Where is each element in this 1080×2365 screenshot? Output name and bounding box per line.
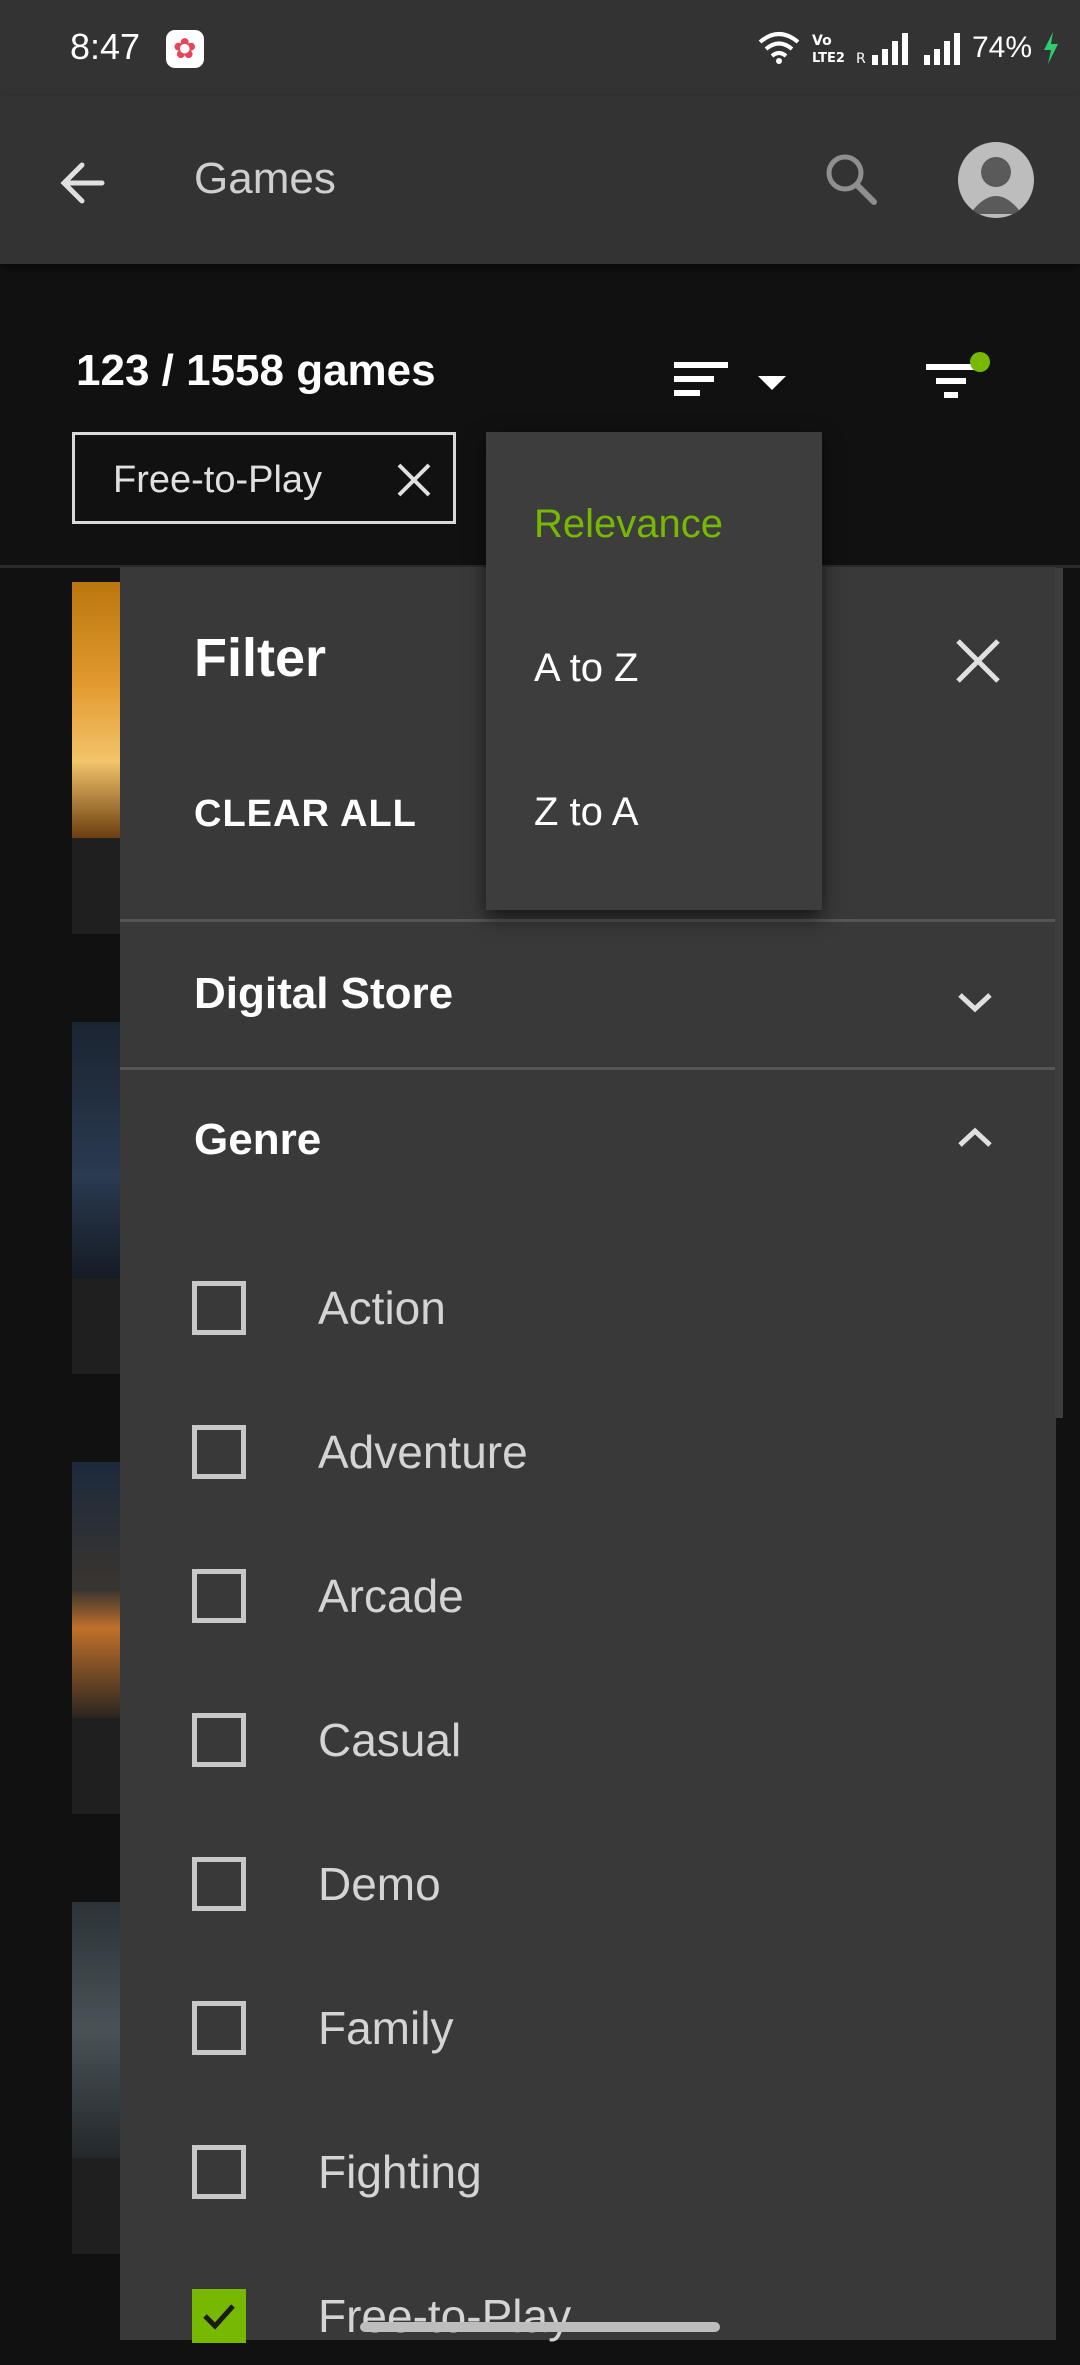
game-card-footer: [72, 838, 122, 934]
filter-active-badge: [970, 352, 990, 372]
checkbox[interactable]: [192, 1713, 246, 1767]
game-card-footer: [72, 1278, 122, 1374]
svg-text:LTE2: LTE2: [812, 51, 845, 66]
battery-level: 74%: [971, 31, 1032, 64]
game-card-footer: [72, 1718, 122, 1814]
sort-option-a-to-z[interactable]: A to Z: [534, 646, 639, 691]
svg-text:R: R: [856, 51, 866, 65]
genre-option-demo[interactable]: Demo: [192, 1833, 992, 1933]
sort-option-z-to-a[interactable]: Z to A: [534, 790, 639, 835]
games-count: 123 / 1558 games: [76, 346, 436, 395]
sort-option-relevance[interactable]: Relevance: [534, 502, 723, 547]
clear-all-button[interactable]: CLEAR ALL: [194, 793, 417, 836]
checkbox[interactable]: [192, 1281, 246, 1335]
status-icons: Vo LTE2 R 74%: [758, 24, 1060, 72]
option-label: Adventure: [318, 1426, 528, 1478]
sort-button[interactable]: [670, 352, 800, 412]
section-digital-store[interactable]: Digital Store: [194, 969, 453, 1019]
checkbox-checked[interactable]: [192, 2289, 246, 2343]
chip-remove-button[interactable]: [393, 459, 435, 501]
section-divider: [120, 919, 1056, 922]
option-label: Fighting: [318, 2146, 482, 2198]
wifi-icon: [758, 32, 800, 64]
chevron-up-icon[interactable]: [950, 1113, 1000, 1163]
filter-close-button[interactable]: [948, 631, 1008, 691]
close-icon: [956, 639, 1000, 683]
status-bar: 8:47 ✿ Vo LTE2 R 74%: [0, 0, 1080, 96]
option-label: Casual: [318, 1714, 462, 1766]
scrollbar[interactable]: [1055, 568, 1063, 1418]
svg-text:Vo: Vo: [812, 33, 832, 49]
genre-option-arcade[interactable]: Arcade: [192, 1545, 992, 1645]
genre-option-action[interactable]: Action: [192, 1257, 992, 1357]
check-icon: [203, 2304, 235, 2330]
sort-menu: Relevance A to Z Z to A: [486, 432, 822, 910]
game-thumbnail[interactable]: [72, 1902, 122, 2158]
signal-icon: R: [856, 33, 908, 65]
charging-icon: [1044, 32, 1058, 64]
checkbox[interactable]: [192, 2001, 246, 2055]
avatar[interactable]: [958, 142, 1034, 218]
home-indicator[interactable]: [360, 2322, 720, 2332]
filter-title: Filter: [194, 628, 327, 688]
signal-icon: [923, 33, 960, 65]
app-notification-icon: ✿: [166, 30, 204, 68]
sort-icon: [674, 362, 786, 396]
option-label: Family: [318, 2002, 454, 2054]
game-thumbnail[interactable]: [72, 1462, 122, 1718]
genre-option-fighting[interactable]: Fighting: [192, 2121, 992, 2221]
volte-icon: Vo LTE2: [812, 33, 845, 66]
avatar-icon: [970, 157, 1022, 214]
back-arrow-icon: [60, 162, 105, 204]
section-divider: [120, 1067, 1056, 1070]
checkbox[interactable]: [192, 1857, 246, 1911]
chip-label: Free-to-Play: [113, 459, 323, 501]
genre-option-family[interactable]: Family: [192, 1977, 992, 2077]
game-thumbnail[interactable]: [72, 582, 122, 838]
genre-option-adventure[interactable]: Adventure: [192, 1401, 992, 1501]
close-icon: [397, 463, 431, 497]
option-label: Arcade: [318, 1570, 464, 1622]
game-card-footer: [72, 2158, 122, 2254]
active-filter-chip[interactable]: Free-to-Play: [72, 432, 456, 524]
checkbox[interactable]: [192, 1569, 246, 1623]
option-label: Action: [318, 1282, 446, 1334]
section-genre[interactable]: Genre: [194, 1115, 321, 1165]
chevron-down-icon[interactable]: [950, 977, 1000, 1027]
option-label: Free-to-Play: [318, 2290, 572, 2342]
page-title: Games: [194, 154, 336, 203]
genre-option-free-to-play[interactable]: Free-to-Play: [192, 2265, 992, 2365]
search-button[interactable]: [818, 146, 884, 212]
option-label: Demo: [318, 1858, 441, 1910]
search-icon: [826, 154, 877, 205]
checkbox[interactable]: [192, 2145, 246, 2199]
back-button[interactable]: [50, 150, 116, 216]
app-bar: Games: [0, 96, 1080, 264]
game-thumbnail[interactable]: [72, 1022, 122, 1278]
genre-option-casual[interactable]: Casual: [192, 1689, 992, 1789]
status-time: 8:47: [70, 26, 141, 67]
checkbox[interactable]: [192, 1425, 246, 1479]
